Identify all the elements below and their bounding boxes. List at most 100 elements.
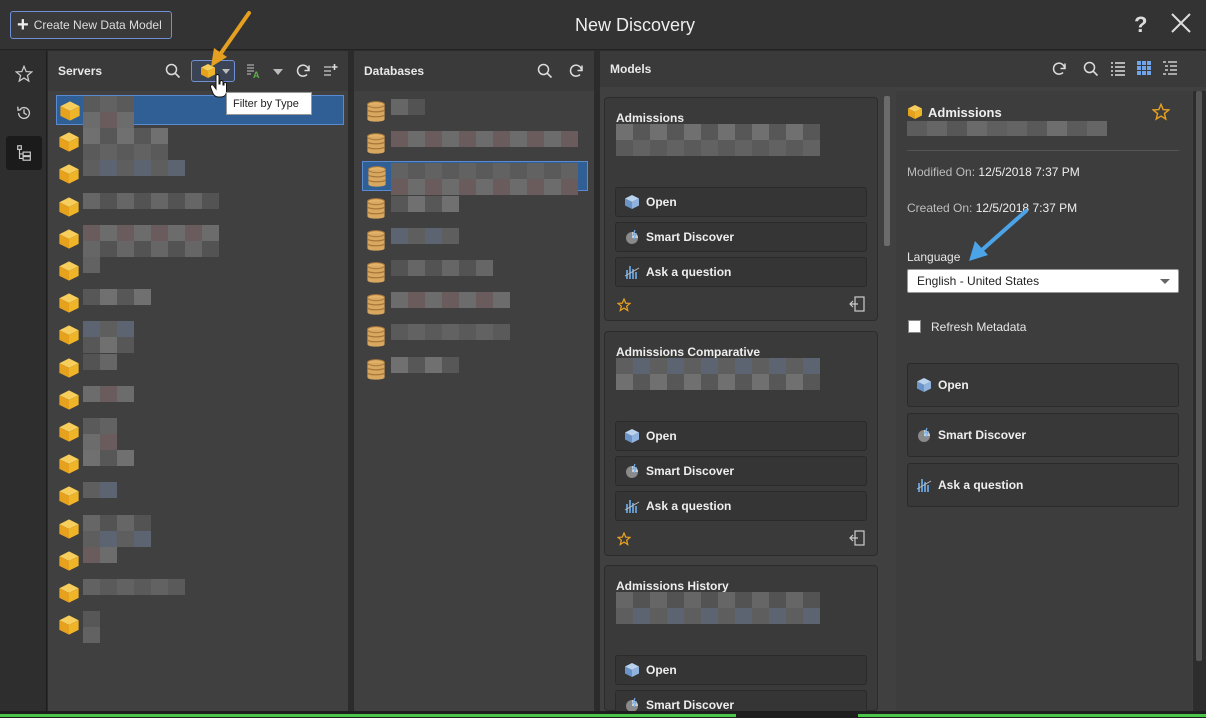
cube-icon (58, 292, 82, 316)
redacted-text (83, 579, 185, 595)
browse-button[interactable] (6, 136, 42, 170)
list-view-icon[interactable] (1108, 58, 1128, 78)
model-card[interactable]: Admissions Open Smart Discover Ask a questi… (604, 97, 878, 321)
plus-icon: + (17, 14, 29, 36)
search-icon[interactable] (535, 61, 555, 81)
database-icon (366, 326, 390, 350)
model-smart-discover-button[interactable]: Smart Discover (615, 456, 867, 486)
ask-question-icon (624, 500, 640, 513)
annotation-arrow-blue (969, 209, 1028, 261)
model-smart-discover-button[interactable]: Smart Discover (615, 222, 867, 252)
model-open-button[interactable]: Open (615, 655, 867, 685)
database-icon (367, 166, 391, 190)
chevron-down-icon (1160, 279, 1170, 284)
model-ask-a-question-button[interactable]: Ask a question (615, 491, 867, 521)
model-card-title: Admissions History (616, 579, 729, 593)
action-label: Ask a question (646, 265, 732, 279)
refresh-icon[interactable] (293, 61, 313, 81)
redacted-text (391, 324, 510, 341)
details-description-blurred (907, 121, 1107, 136)
database-icon (366, 262, 390, 286)
details-open-button[interactable]: Open (907, 363, 1179, 407)
cube-icon (917, 378, 931, 392)
model-card[interactable]: Admissions History Open Smart Discover (604, 565, 878, 718)
redacted-text (83, 611, 100, 644)
model-card[interactable]: Admissions Comparative Open Smart Discover… (604, 331, 878, 556)
cube-icon (58, 196, 82, 220)
ask-question-icon (916, 479, 932, 492)
favorite-star-icon[interactable] (1152, 103, 1170, 121)
scroll-thumb[interactable] (1196, 91, 1202, 661)
redacted-text (83, 96, 134, 128)
grid-view-icon[interactable] (1134, 58, 1154, 78)
open-details-icon[interactable] (849, 296, 865, 312)
close-icon[interactable] (1170, 12, 1192, 34)
database-icon (366, 133, 390, 157)
favorites-button[interactable] (6, 57, 42, 91)
history-icon (17, 106, 31, 120)
cube-icon (58, 453, 82, 477)
cube-icon (58, 357, 82, 381)
model-card-title: Admissions (616, 111, 685, 125)
redacted-text (83, 257, 100, 273)
create-data-model-button[interactable]: + Create New Data Model (10, 11, 172, 39)
refresh-icon[interactable] (566, 61, 586, 81)
model-details-pane: Admissions Modified On: 12/5/2018 7:37 P… (896, 91, 1192, 711)
model-open-button[interactable]: Open (615, 187, 867, 217)
cube-icon (58, 163, 82, 187)
database-list-item[interactable] (354, 355, 594, 385)
history-button[interactable] (6, 96, 42, 130)
refresh-metadata-checkbox[interactable] (908, 320, 921, 333)
redacted-text (616, 124, 820, 156)
database-icon (366, 197, 390, 222)
modified-on: Modified On: 12/5/2018 7:37 PM (907, 165, 1080, 179)
database-list-item[interactable] (354, 194, 594, 224)
redacted-text (391, 260, 493, 276)
action-label: Open (646, 429, 677, 443)
details-model-name: Admissions (928, 105, 1002, 120)
cube-icon (58, 550, 82, 574)
redacted-text (83, 482, 117, 499)
database-icon (366, 358, 390, 383)
action-label: Smart Discover (938, 428, 1027, 442)
details-ask-a-question-button[interactable]: Ask a question (907, 463, 1179, 507)
servers-title: Servers (58, 64, 103, 78)
annotation-arrow-orange (211, 11, 251, 67)
smart-discover-icon (918, 427, 930, 442)
chevron-down-icon[interactable] (273, 69, 283, 75)
model-ask-a-question-button[interactable]: Ask a question (615, 257, 867, 287)
cube-icon (59, 100, 83, 124)
database-list-item[interactable] (354, 97, 594, 127)
cube-icon (625, 663, 639, 677)
search-icon[interactable] (1081, 59, 1101, 79)
model-open-button[interactable]: Open (615, 421, 867, 451)
servers-panel: Servers A (48, 51, 351, 711)
action-label: Ask a question (646, 499, 732, 513)
cube-icon (58, 389, 82, 413)
redacted-text (83, 321, 134, 354)
smart-discover-icon (626, 463, 638, 478)
search-icon[interactable] (163, 61, 183, 81)
open-details-icon[interactable] (849, 530, 865, 546)
details-scrollbar[interactable] (1193, 91, 1206, 711)
redacted-text (83, 289, 151, 306)
database-list-item[interactable] (354, 226, 594, 256)
add-server-icon[interactable] (320, 61, 340, 81)
refresh-icon[interactable] (1049, 59, 1069, 79)
favorite-star-icon[interactable] (617, 532, 631, 546)
cube-icon (625, 195, 639, 209)
language-label: Language (907, 250, 961, 264)
redacted-text (616, 358, 820, 390)
redacted-text (391, 227, 459, 244)
divider (907, 150, 1179, 151)
favorite-star-icon[interactable] (617, 298, 631, 312)
redacted-text (83, 353, 117, 370)
models-scrollbar[interactable] (884, 96, 890, 246)
detail-view-icon[interactable] (1160, 58, 1180, 78)
databases-header: Databases (354, 51, 594, 91)
left-sidebar (0, 51, 47, 711)
databases-title: Databases (364, 64, 425, 78)
help-icon[interactable]: ? (1134, 12, 1147, 38)
language-select[interactable]: English - United States (907, 269, 1179, 293)
details-smart-discover-button[interactable]: Smart Discover (907, 413, 1179, 457)
